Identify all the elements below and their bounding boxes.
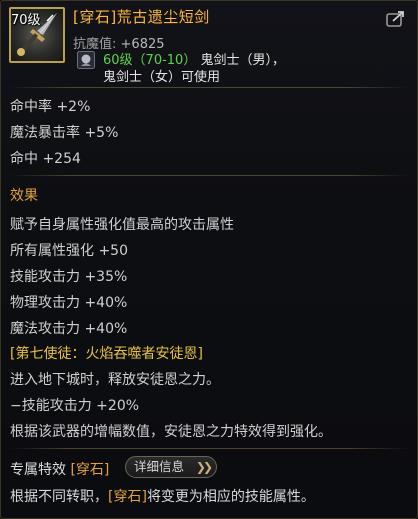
details-button-label: 详细信息 <box>134 459 185 474</box>
share-arrow-icon[interactable] <box>385 9 407 29</box>
stat-hit-rate: 命中率 +2% <box>10 99 91 115</box>
stat-hit: 命中 +254 <box>10 151 81 167</box>
double-chevron-right-icon: ❯❯ <box>195 460 213 474</box>
details-button[interactable]: 详细信息 ❯❯ <box>125 456 217 478</box>
effect-line: 赋予自身属性强化值最高的攻击属性 <box>10 217 234 233</box>
description-suffix: 将变更为相应的技能属性。 <box>146 489 315 505</box>
description-tag: [穿石] <box>108 489 147 505</box>
job-class-icon <box>77 51 95 69</box>
set-effect-line: 根据该武器的增幅数值，安徒恩之力特效得到强化。 <box>10 424 332 440</box>
stat-magic-crit: 魔法暴击率 +5% <box>10 125 119 141</box>
set-effect-line: 进入地下城时，释放安徒恩之力。 <box>10 372 220 388</box>
required-class-2: 鬼剑士（女）可使用 <box>103 70 221 85</box>
exclusive-effect-tag: [穿石] <box>70 462 110 478</box>
effect-line: 技能攻击力 +35% <box>10 269 128 285</box>
description-prefix: 根据不同转职， <box>10 489 108 505</box>
item-tooltip: 70级 [穿石]荒古遗尘短剑 抗魔值: +6825 60级（70-10） 鬼剑士… <box>0 0 418 519</box>
level-badge: 70级 <box>11 13 41 28</box>
set-effect-line: −技能攻击力 +20% <box>10 398 140 414</box>
tooltip-header: 70级 [穿石]荒古遗尘短剑 抗魔值: +6825 60级（70-10） 鬼剑士… <box>1 1 417 85</box>
exclusive-effect-title: 专属特效 [穿石] <box>10 459 109 479</box>
divider <box>9 448 409 449</box>
effect-title: 效果 <box>10 188 38 204</box>
exclusive-effect-description: 根据不同转职，[穿石]将变更为相应的技能属性。 <box>10 486 315 506</box>
effect-line: 物理攻击力 +40% <box>10 295 128 311</box>
exclusive-effect-label: 专属特效 <box>10 462 66 478</box>
divider <box>9 87 409 88</box>
effect-line: 所有属性强化 +50 <box>10 243 128 259</box>
set-effect-name: [第七使徒：火焰吞噬者安徒恩] <box>10 346 203 362</box>
effect-line: 魔法攻击力 +40% <box>10 321 128 337</box>
divider <box>9 175 409 176</box>
item-name: [穿石]荒古遗尘短剑 <box>73 8 210 26</box>
